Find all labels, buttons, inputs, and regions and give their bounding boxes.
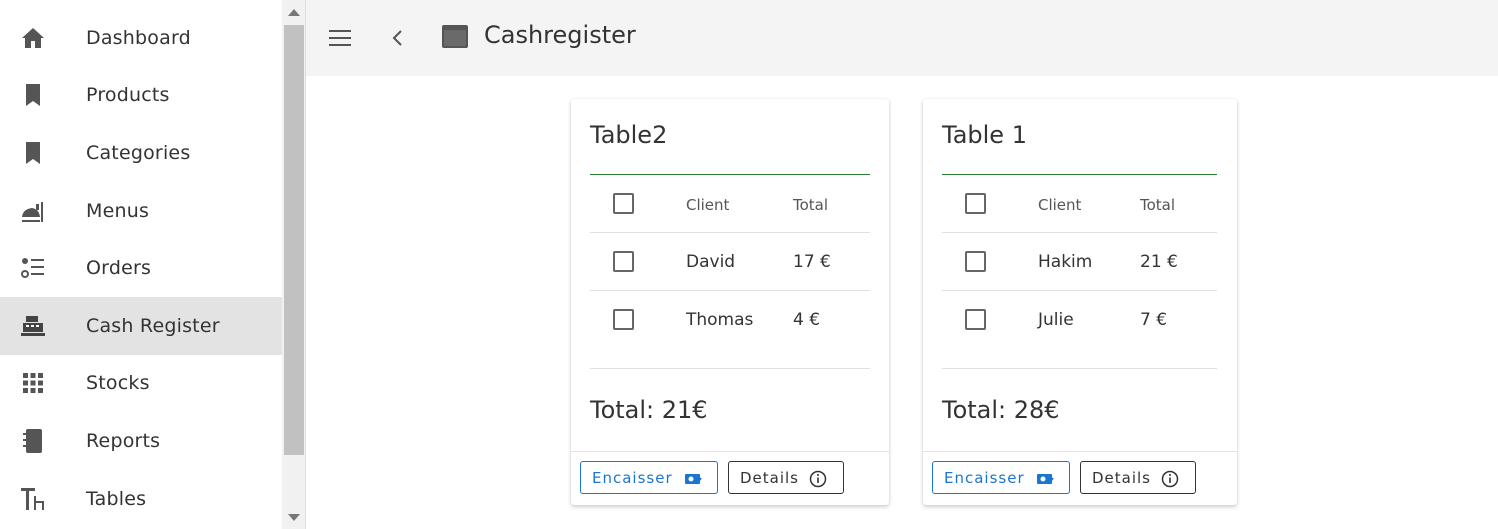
sidebar-item-stocks[interactable]: Stocks — [0, 354, 282, 412]
info-icon — [1161, 470, 1179, 488]
details-label: Details — [740, 469, 800, 487]
total-cell: 17 € — [793, 252, 831, 272]
card-total: Total: 21€ — [590, 396, 708, 424]
sidebar-item-cash-register[interactable]: Cash Register — [0, 297, 282, 355]
table-row[interactable]: David 17 € — [590, 233, 870, 291]
encaisser-button[interactable]: Encaisser — [580, 461, 718, 494]
select-all-checkbox[interactable] — [613, 193, 634, 214]
sidebar-item-reports[interactable]: Reports — [0, 412, 282, 470]
notebook-icon — [20, 428, 46, 454]
info-icon — [809, 470, 827, 488]
sidebar-item-products[interactable]: Products — [0, 66, 282, 124]
cash-payment-icon — [1036, 470, 1054, 488]
client-cell: Hakim — [1038, 252, 1093, 272]
sidebar-item-label: Stocks — [86, 372, 150, 394]
bookmark-icon — [20, 82, 46, 108]
sidebar-item-label: Categories — [86, 142, 191, 164]
total-cell: 7 € — [1140, 310, 1168, 330]
table-furniture-icon — [20, 486, 46, 512]
scroll-up-arrow-icon[interactable] — [288, 9, 300, 16]
sidebar-item-label: Menus — [86, 200, 150, 222]
select-all-checkbox[interactable] — [965, 193, 986, 214]
card-title: Table2 — [590, 121, 668, 149]
sidebar-item-label: Tables — [86, 488, 147, 510]
total-cell: 4 € — [793, 310, 821, 330]
table-row[interactable]: Julie 7 € — [942, 291, 1217, 349]
encaisser-label: Encaisser — [944, 469, 1025, 487]
card-title: Table 1 — [942, 121, 1027, 149]
table-bottom-divider — [590, 368, 870, 369]
sidebar-item-label: Products — [86, 84, 170, 106]
card-total: Total: 28€ — [942, 396, 1060, 424]
sidebar-item-label: Cash Register — [86, 315, 220, 337]
column-header-total: Total — [1140, 196, 1176, 214]
client-cell: David — [686, 252, 736, 272]
sidebar-scrollbar[interactable] — [282, 0, 306, 529]
table-card: Table2 Client Total David 17 € Thomas 4 … — [571, 99, 889, 505]
row-checkbox[interactable] — [613, 251, 634, 272]
sidebar: Dashboard Products Categories Menus Orde… — [0, 0, 282, 529]
scroll-down-arrow-icon[interactable] — [288, 514, 300, 521]
details-button[interactable]: Details — [728, 461, 844, 494]
row-checkbox[interactable] — [965, 251, 986, 272]
row-checkbox[interactable] — [613, 309, 634, 330]
sidebar-item-categories[interactable]: Categories — [0, 124, 282, 182]
details-button[interactable]: Details — [1080, 461, 1196, 494]
scroll-thumb[interactable] — [284, 25, 304, 455]
total-cell: 21 € — [1140, 252, 1178, 272]
table-bottom-divider — [942, 368, 1217, 369]
cash-payment-icon — [684, 470, 702, 488]
back-chevron-icon[interactable] — [388, 26, 408, 50]
window-icon — [441, 24, 469, 50]
sidebar-item-label: Orders — [86, 257, 152, 279]
sidebar-item-menus[interactable]: Menus — [0, 182, 282, 240]
table-row[interactable]: Hakim 21 € — [942, 233, 1217, 291]
list-bullets-icon — [20, 255, 46, 281]
card-footer-divider — [571, 451, 889, 452]
cash-register-icon — [20, 313, 46, 339]
encaisser-button[interactable]: Encaisser — [932, 461, 1070, 494]
row-checkbox[interactable] — [965, 309, 986, 330]
sidebar-item-label: Reports — [86, 430, 161, 452]
details-label: Details — [1092, 469, 1152, 487]
sidebar-item-label: Dashboard — [86, 27, 191, 49]
top-header: Cashregister — [306, 0, 1498, 76]
column-header-total: Total — [793, 196, 829, 214]
page-title: Cashregister — [484, 21, 636, 49]
table-header-row: Client Total — [590, 175, 870, 233]
home-icon — [20, 25, 46, 51]
sidebar-item-orders[interactable]: Orders — [0, 239, 282, 297]
food-bell-icon — [20, 198, 46, 224]
sidebar-item-tables[interactable]: Tables — [0, 470, 282, 528]
card-footer-divider — [923, 451, 1237, 452]
sidebar-item-dashboard[interactable]: Dashboard — [0, 9, 282, 67]
column-header-client: Client — [1038, 196, 1082, 214]
table-card: Table 1 Client Total Hakim 21 € Julie 7 … — [923, 99, 1237, 505]
table-header-row: Client Total — [942, 175, 1217, 233]
client-cell: Julie — [1038, 310, 1074, 330]
client-cell: Thomas — [686, 310, 754, 330]
hamburger-menu-icon[interactable] — [328, 26, 352, 50]
table-row[interactable]: Thomas 4 € — [590, 291, 870, 349]
column-header-client: Client — [686, 196, 730, 214]
grid-dots-icon — [20, 370, 46, 396]
bookmark-icon — [20, 140, 46, 166]
encaisser-label: Encaisser — [592, 469, 673, 487]
